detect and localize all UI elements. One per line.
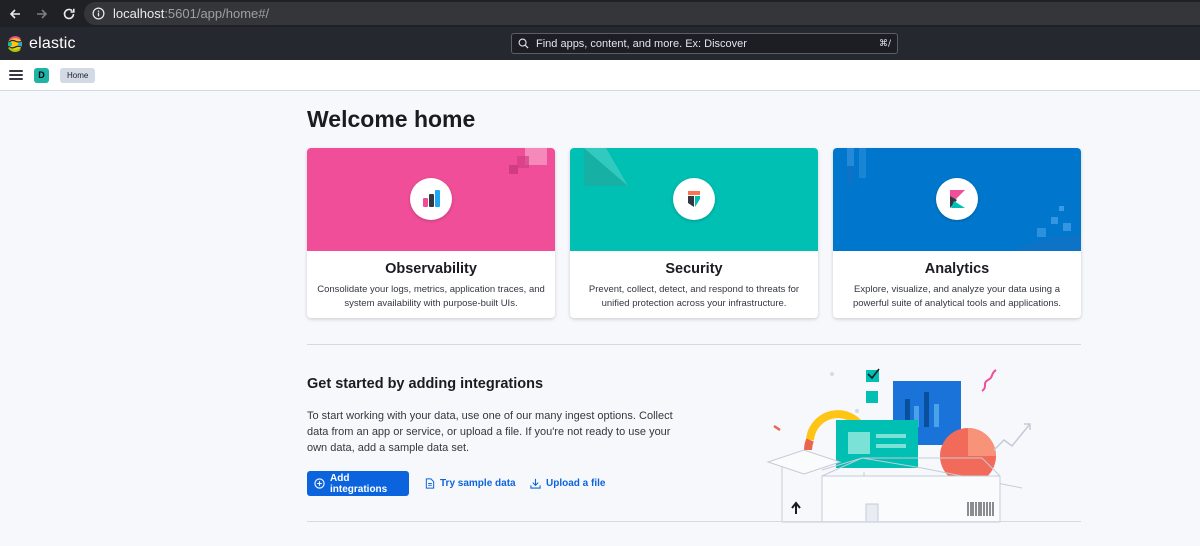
analytics-banner	[833, 148, 1081, 251]
integrations-illustration	[766, 368, 1031, 523]
page-title: Welcome home	[307, 106, 476, 132]
menu-line	[9, 78, 23, 80]
global-search-input[interactable]: Find apps, content, and more. Ex: Discov…	[511, 33, 898, 54]
security-icon	[673, 178, 715, 220]
bottom-divider	[307, 521, 1081, 522]
back-button[interactable]	[4, 3, 26, 25]
reload-button[interactable]	[58, 3, 80, 25]
info-icon	[92, 7, 105, 20]
card-title: Analytics	[924, 261, 990, 277]
space-avatar[interactable]: D	[34, 67, 49, 83]
try-sample-data-link[interactable]: Try sample data	[425, 471, 516, 496]
card-description: Explore, visualize, and analyze your dat…	[852, 284, 1062, 309]
forward-button[interactable]	[31, 3, 53, 25]
address-bar[interactable]: localhost:5601/app/home#/	[84, 2, 1200, 25]
url-path: :5601/app/home#/	[164, 6, 270, 21]
search-icon	[518, 38, 529, 49]
sub-header: D Home	[0, 60, 1200, 91]
upload-file-label: Upload a file	[546, 478, 606, 489]
card-analytics[interactable]: Analytics Explore, visualize, and analyz…	[833, 148, 1081, 318]
card-title: Observability	[385, 261, 477, 277]
menu-line	[9, 74, 23, 76]
analytics-icon	[936, 178, 978, 220]
observability-icon	[410, 178, 452, 220]
plus-circle-icon	[314, 478, 325, 489]
card-observability[interactable]: Observability Consolidate your logs, met…	[307, 148, 555, 318]
url-host: localhost	[113, 6, 165, 21]
arrow-left-icon	[9, 8, 20, 19]
arrow-right-icon	[37, 8, 48, 19]
reload-icon	[63, 8, 75, 19]
integrations-description: To start working with your data, use one…	[307, 410, 673, 454]
elastic-logo-icon	[8, 35, 22, 52]
card-description: Prevent, collect, detect, and respond to…	[588, 284, 800, 309]
elastic-logo[interactable]: elastic	[7, 35, 76, 53]
security-banner	[570, 148, 818, 251]
card-title: Security	[665, 261, 723, 277]
card-security[interactable]: Security Prevent, collect, detect, and r…	[570, 148, 818, 318]
document-icon	[425, 478, 435, 489]
search-shortcut-hint: ⌘/	[878, 38, 891, 49]
breadcrumb-home[interactable]: Home	[60, 67, 96, 83]
section-divider	[307, 344, 1081, 345]
integrations-title: Get started by adding integrations	[307, 376, 544, 392]
kibana-header: elastic Find apps, content, and more. Ex…	[0, 27, 1200, 60]
menu-line	[9, 70, 23, 72]
hamburger-menu-button[interactable]	[9, 68, 23, 82]
browser-toolbar: localhost:5601/app/home#/	[0, 0, 1200, 27]
upload-file-link[interactable]: Upload a file	[530, 471, 605, 496]
add-integrations-button[interactable]: Add integrations	[307, 471, 409, 496]
search-placeholder: Find apps, content, and more. Ex: Discov…	[536, 37, 747, 50]
observability-banner	[307, 148, 555, 251]
logo-text: elastic	[29, 34, 76, 52]
download-icon	[530, 478, 541, 489]
card-description: Consolidate your logs, metrics, applicat…	[317, 284, 545, 309]
add-integrations-label: Add integrations	[330, 472, 388, 495]
try-sample-data-label: Try sample data	[440, 478, 516, 489]
